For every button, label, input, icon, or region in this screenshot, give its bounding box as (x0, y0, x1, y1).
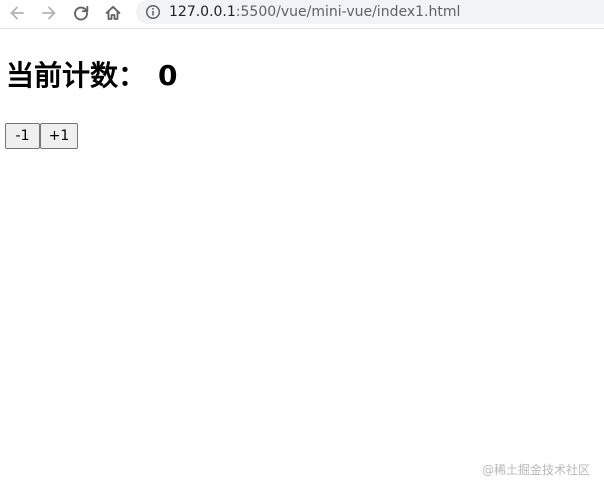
address-bar[interactable]: 127.0.0.1:5500/vue/mini-vue/index1.html (136, 0, 604, 24)
home-icon (105, 5, 121, 20)
count-label: 当前计数： (6, 59, 147, 92)
url-text: 127.0.0.1:5500/vue/mini-vue/index1.html (169, 3, 460, 21)
forward-button[interactable] (37, 1, 61, 25)
browser-toolbar: 127.0.0.1:5500/vue/mini-vue/index1.html (0, 0, 604, 29)
home-button[interactable] (101, 1, 125, 25)
watermark: @稀土掘金技术社区 (481, 463, 590, 477)
info-icon[interactable] (145, 4, 161, 20)
reload-button[interactable] (69, 1, 93, 25)
reload-icon (74, 5, 89, 21)
count-value: 0 (158, 59, 178, 92)
increment-button[interactable]: +1 (40, 123, 78, 149)
decrement-button[interactable]: -1 (5, 123, 40, 149)
back-button[interactable] (5, 1, 29, 25)
url-host: 127.0.0.1 (169, 4, 236, 20)
arrow-left-icon (10, 6, 24, 20)
url-path: :5500/vue/mini-vue/index1.html (235, 4, 461, 20)
arrow-right-icon (42, 6, 56, 20)
counter-heading: 当前计数： 0 (6, 57, 178, 95)
